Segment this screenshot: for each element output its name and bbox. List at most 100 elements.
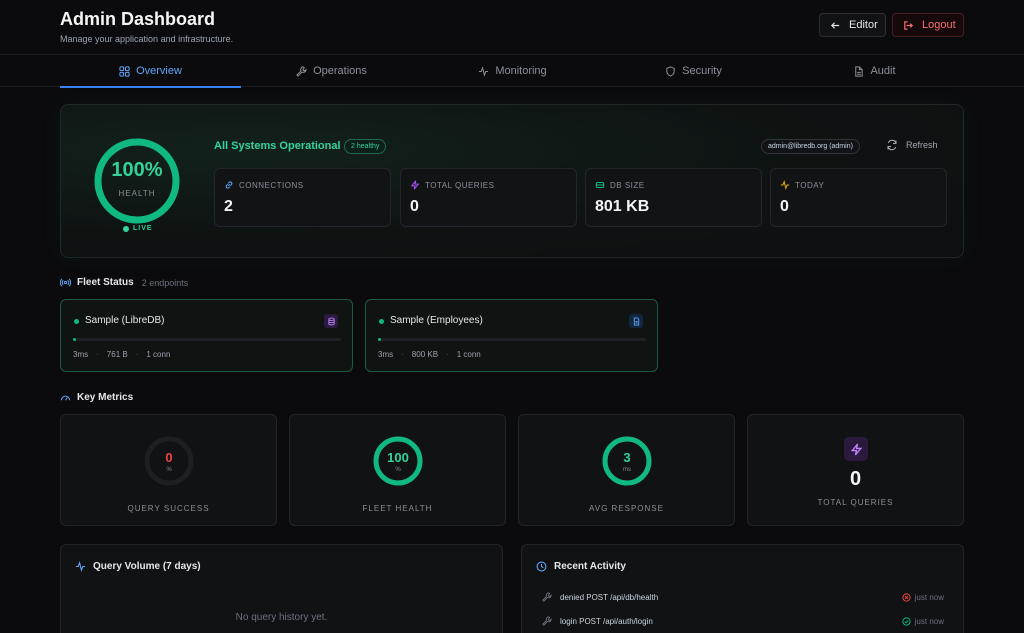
system-status: All Systems Operational xyxy=(214,140,341,152)
metric-total-queries: 0 TOTAL QUERIES xyxy=(747,414,964,526)
tab-bar: Overview Operations Monitoring Security … xyxy=(0,54,1024,88)
activity-item[interactable]: denied POST /api/db/health just now xyxy=(542,590,944,604)
tab-label: Audit xyxy=(870,65,896,77)
metric-label: QUERY SUCCESS xyxy=(127,504,210,513)
fleet-usage-bar xyxy=(378,338,646,341)
clock-icon xyxy=(536,561,547,572)
file-icon xyxy=(629,314,643,328)
gauge-icon xyxy=(60,395,71,401)
metric-unit: ms xyxy=(623,467,631,473)
metric-value: 0 xyxy=(165,450,173,465)
editor-button-label: Editor xyxy=(849,19,878,31)
recent-activity-heading: Recent Activity xyxy=(536,561,626,572)
stat-label: TOTAL QUERIES xyxy=(425,180,495,190)
health-percent: 100% xyxy=(111,159,163,181)
health-label: HEALTH xyxy=(118,189,156,198)
page-subtitle: Manage your application and infrastructu… xyxy=(60,34,234,44)
stat-today: TODAY 0 xyxy=(770,168,947,227)
fleet-name: Sample (LibreDB) xyxy=(85,315,165,326)
metric-label: TOTAL QUERIES xyxy=(817,498,894,507)
fleet-usage-bar xyxy=(73,338,341,341)
refresh-button[interactable]: Refresh xyxy=(886,139,938,151)
fleet-card[interactable]: Sample (Employees) 3ms · 800 KB · 1 conn xyxy=(365,299,658,372)
query-volume-heading: Query Volume (7 days) xyxy=(75,561,201,572)
wrench-icon xyxy=(542,592,552,602)
shield-icon xyxy=(666,65,675,77)
stat-label: DB SIZE xyxy=(610,180,645,190)
recent-activity-title: Recent Activity xyxy=(554,561,626,572)
fleet-usage-fill xyxy=(378,338,381,341)
link-icon xyxy=(225,181,233,189)
stat-total-queries: TOTAL QUERIES 0 xyxy=(400,168,577,227)
fleet-connections: 1 conn xyxy=(456,350,481,359)
fleet-latency: 3ms xyxy=(378,350,394,359)
stat-db-size: DB SIZE 801 KB xyxy=(585,168,762,227)
refresh-label: Refresh xyxy=(906,140,938,150)
fleet-size: 761 B xyxy=(106,350,128,359)
separator: · xyxy=(446,350,449,359)
tab-audit[interactable]: Audit xyxy=(784,55,965,87)
metric-label: FLEET HEALTH xyxy=(362,504,433,513)
activity-time-label: just now xyxy=(914,592,944,602)
fleet-status-heading: Fleet Status 2 endpoints xyxy=(60,277,188,288)
drive-icon xyxy=(595,182,605,188)
activity-time: just now xyxy=(902,593,944,602)
stat-label: CONNECTIONS xyxy=(239,180,304,190)
live-label: LIVE xyxy=(133,225,153,232)
broadcast-icon xyxy=(60,278,71,287)
success-check-icon xyxy=(902,616,911,626)
tab-overview[interactable]: Overview xyxy=(60,55,241,88)
fleet-usage-fill xyxy=(73,338,76,341)
tab-label: Overview xyxy=(136,65,182,77)
key-metrics-heading: Key Metrics xyxy=(60,392,133,403)
bolt-icon xyxy=(410,180,420,190)
logout-button[interactable]: Logout xyxy=(892,13,964,37)
activity-icon xyxy=(780,180,790,190)
metric-unit: % xyxy=(166,467,172,473)
fleet-card[interactable]: Sample (LibreDB) 3ms · 761 B · 1 conn xyxy=(60,299,353,372)
metric-gauge: 3 ms xyxy=(601,435,653,487)
logout-button-label: Logout xyxy=(922,19,956,31)
database-icon xyxy=(324,314,338,328)
tab-operations[interactable]: Operations xyxy=(241,55,422,87)
metric-value: 100 xyxy=(387,450,409,465)
metric-label: AVG RESPONSE xyxy=(589,504,664,513)
activity-time: just now xyxy=(902,617,944,626)
metric-query-success: 0 % QUERY SUCCESS xyxy=(60,414,277,526)
tab-label: Monitoring xyxy=(495,65,547,77)
fleet-meta: 3ms · 800 KB · 1 conn xyxy=(378,350,481,359)
key-metrics-title: Key Metrics xyxy=(77,392,134,403)
status-dot-icon xyxy=(379,319,384,324)
activity-icon xyxy=(479,65,489,77)
activity-icon xyxy=(75,561,86,572)
metric-fleet-health: 100 % FLEET HEALTH xyxy=(289,414,506,526)
stat-value: 2 xyxy=(224,198,233,215)
tab-monitoring[interactable]: Monitoring xyxy=(422,55,603,87)
editor-button[interactable]: Editor xyxy=(819,13,886,37)
tab-security[interactable]: Security xyxy=(603,55,784,87)
refresh-icon xyxy=(887,139,897,151)
health-overview-card: 100% HEALTH LIVE All Systems Operational… xyxy=(60,104,964,258)
denied-icon xyxy=(902,592,911,602)
wrench-icon xyxy=(296,65,307,77)
tab-label: Security xyxy=(682,65,722,77)
separator: · xyxy=(96,350,99,359)
health-ring: 100% HEALTH xyxy=(93,137,181,225)
status-dot-icon xyxy=(74,319,79,324)
stat-value: 0 xyxy=(410,198,419,215)
stat-connections: CONNECTIONS 2 xyxy=(214,168,391,227)
metric-avg-response: 3 ms AVG RESPONSE xyxy=(518,414,735,526)
fleet-latency: 3ms xyxy=(73,350,89,359)
stat-value: 0 xyxy=(780,198,789,215)
activity-item[interactable]: login POST /api/auth/login just now xyxy=(542,614,944,628)
metric-value: 3 xyxy=(623,450,631,465)
live-indicator: LIVE xyxy=(123,225,153,232)
current-user-badge: admin@libredb.org (admin) xyxy=(761,139,860,154)
arrow-left-icon xyxy=(830,21,840,29)
stat-label: TODAY xyxy=(795,180,825,190)
fleet-size: 800 KB xyxy=(411,350,439,359)
separator: · xyxy=(401,350,404,359)
activity-time-label: just now xyxy=(914,616,944,626)
healthy-count-badge: 2 healthy xyxy=(344,139,387,154)
bolt-icon xyxy=(844,437,868,461)
